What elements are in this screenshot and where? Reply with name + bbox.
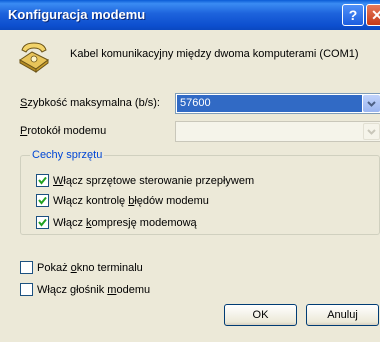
protocol-label: Protokół modemu xyxy=(20,125,106,137)
help-icon: ? xyxy=(348,7,358,23)
show-terminal-checkbox[interactable] xyxy=(20,261,33,274)
hardware-flow-control-label: Włącz sprzętowe sterowanie przepływem xyxy=(53,174,255,187)
show-terminal-option[interactable]: Pokaż okno terminalu xyxy=(20,261,143,274)
window-title: Konfiguracja modemu xyxy=(8,7,146,22)
cancel-button[interactable]: Anuluj xyxy=(306,304,379,326)
compression-label: Włącz kompresję modemową xyxy=(53,216,197,229)
modem-config-dialog: Konfiguracja modemu ? ✕ Kabel komunikacy… xyxy=(0,0,380,342)
error-control-checkbox[interactable] xyxy=(36,194,49,207)
protocol-select[interactable] xyxy=(175,121,380,142)
close-button[interactable]: ✕ xyxy=(366,4,380,26)
speed-label-text: zybkość maksymalna (b/s): xyxy=(27,97,160,109)
speed-select[interactable]: 57600 xyxy=(175,93,380,114)
speaker-checkbox[interactable] xyxy=(20,283,33,296)
speed-label: Szybkość maksymalna (b/s): xyxy=(20,97,160,109)
compression-checkbox[interactable] xyxy=(36,216,49,229)
speaker-option[interactable]: Włącz głośnik modemu xyxy=(20,283,150,296)
help-button[interactable]: ? xyxy=(342,4,364,26)
show-terminal-label: Pokaż okno terminalu xyxy=(37,261,143,274)
speaker-label: Włącz głośnik modemu xyxy=(37,283,151,296)
checkmark-icon xyxy=(38,218,47,227)
chevron-down-icon xyxy=(367,128,376,135)
error-control-option[interactable]: Włącz kontrolę błędów modemu xyxy=(36,194,209,207)
title-bar[interactable]: Konfiguracja modemu ? ✕ xyxy=(0,0,380,30)
protocol-dropdown-button[interactable] xyxy=(363,123,380,140)
group-title: Cechy sprzętu xyxy=(30,149,105,161)
error-control-label: Włącz kontrolę błędów modemu xyxy=(53,194,209,207)
protocol-label-text: rotokół modemu xyxy=(27,125,107,137)
device-description: Kabel komunikacyjny między dwoma kompute… xyxy=(70,48,359,60)
checkmark-icon xyxy=(38,196,47,205)
hardware-flow-control-option[interactable]: Włącz sprzętowe sterowanie przepływem xyxy=(36,174,254,187)
checkmark-icon xyxy=(38,176,47,185)
hardware-flow-control-checkbox[interactable] xyxy=(36,174,49,187)
close-icon: ✕ xyxy=(371,6,380,23)
compression-option[interactable]: Włącz kompresję modemową xyxy=(36,216,197,229)
speed-dropdown-button[interactable] xyxy=(363,95,380,112)
chevron-down-icon xyxy=(367,100,376,107)
ok-button[interactable]: OK xyxy=(224,304,297,326)
modem-phone-icon xyxy=(19,42,49,73)
speed-value: 57600 xyxy=(177,95,362,112)
